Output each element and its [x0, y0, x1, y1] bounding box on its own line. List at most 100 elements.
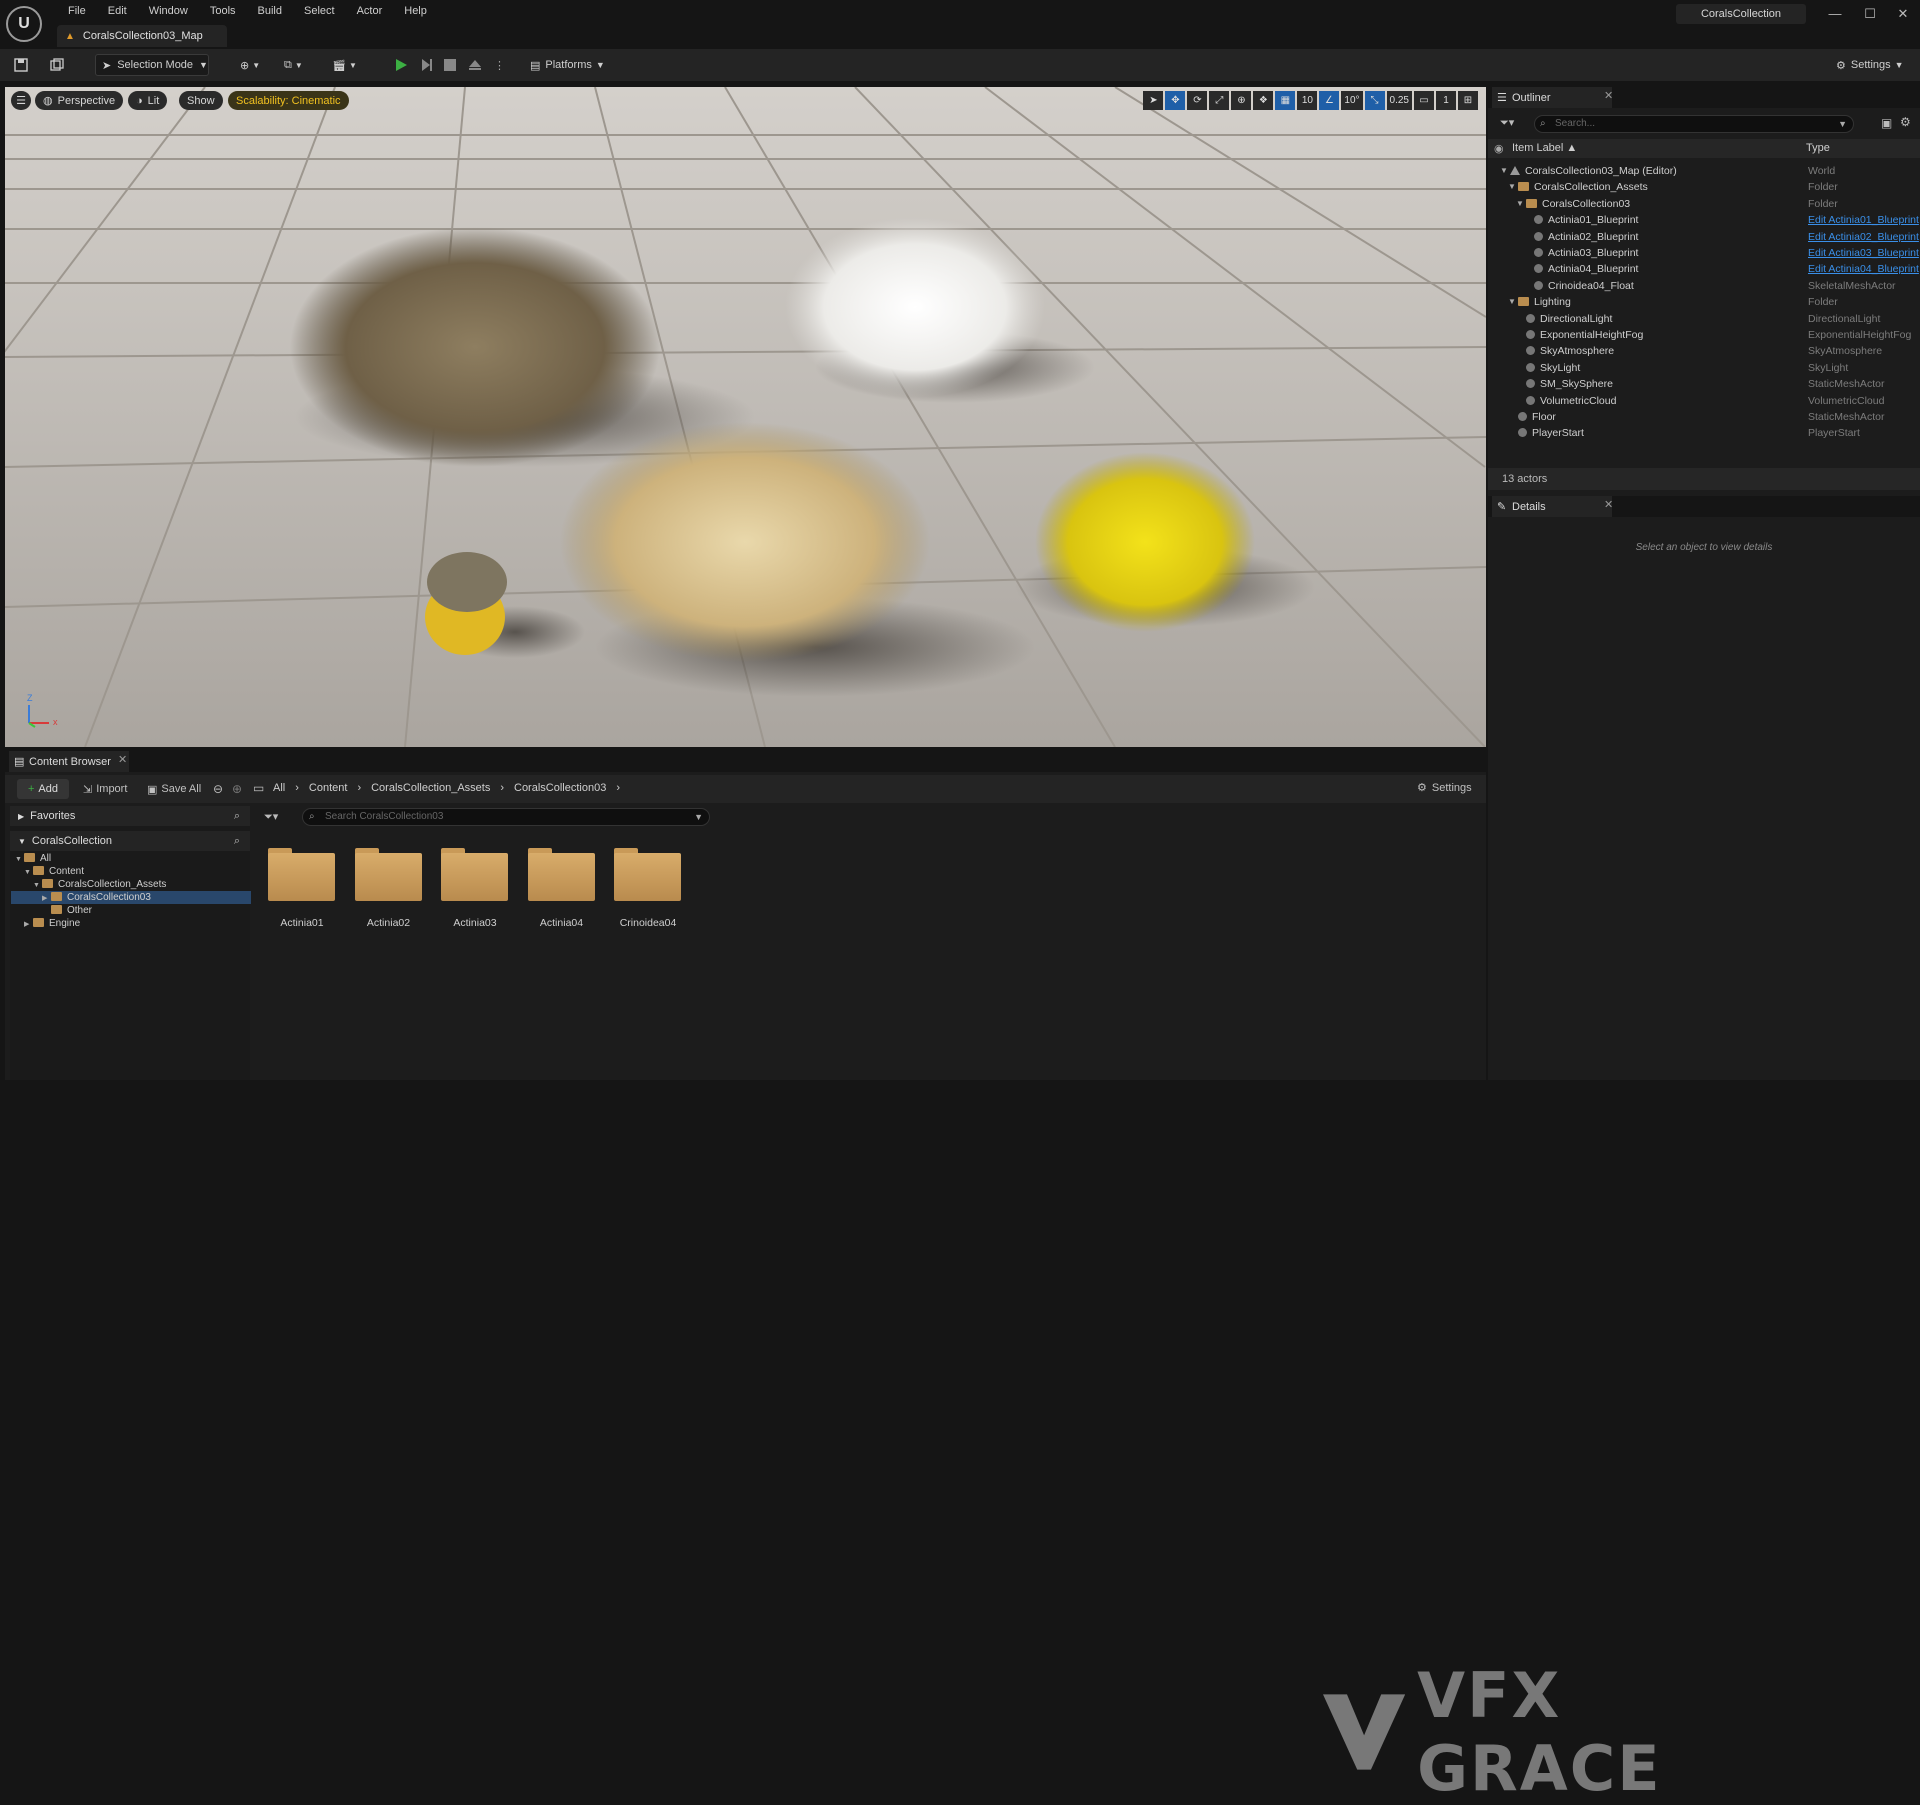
menu-edit[interactable]: Edit — [97, 3, 138, 19]
collection-header[interactable]: ▼ CoralsCollection ⌕ — [10, 831, 250, 851]
folder-tree-item[interactable]: ▼ Content — [11, 865, 251, 878]
outliner-tab[interactable]: ☰ Outliner — [1492, 87, 1612, 108]
map-tab[interactable]: ▲ CoralsCollection03_Map — [57, 25, 227, 47]
platforms-dropdown[interactable]: ▤ Platforms ▼ — [530, 54, 605, 76]
content-browser-tab[interactable]: ▤ Content Browser — [9, 751, 129, 772]
caret-down-icon[interactable]: ▼ — [1508, 294, 1516, 310]
outliner-search-input[interactable]: ⌕ Search... ▼ — [1534, 115, 1854, 133]
outliner-row[interactable]: ▼ CoralsCollection03_Map (Editor) World — [1488, 163, 1920, 179]
grid-snap-value[interactable]: 10 — [1297, 91, 1318, 110]
folder-tile[interactable]: Actinia04 — [526, 846, 598, 929]
cb-settings-button[interactable]: ⚙ Settings — [1417, 781, 1472, 795]
scale-snap-icon[interactable]: ⤡ — [1364, 91, 1385, 110]
menu-build[interactable]: Build — [247, 3, 293, 19]
menu-select[interactable]: Select — [293, 3, 346, 19]
breadcrumb-assets[interactable]: CoralsCollection_Assets — [371, 782, 490, 794]
save-all-button[interactable]: ▣ Save All — [147, 779, 201, 799]
details-tab[interactable]: ✎ Details — [1492, 496, 1612, 517]
menu-window[interactable]: Window — [138, 3, 199, 19]
outliner-row[interactable]: Crinoidea04_Float SkeletalMeshActor — [1488, 278, 1920, 294]
menu-file[interactable]: File — [57, 3, 97, 19]
folder-nav-icon[interactable]: ▭ — [253, 781, 264, 795]
outliner-row[interactable]: ExponentialHeightFog ExponentialHeightFog — [1488, 327, 1920, 343]
more-options-icon[interactable]: ⋮ — [494, 54, 505, 76]
caret-down-icon[interactable]: ▼ — [1500, 163, 1508, 179]
edit-blueprint-link[interactable]: Edit Actinia03_Blueprint — [1808, 245, 1919, 261]
close-content-browser-icon[interactable]: ✕ — [118, 753, 1478, 766]
add-button[interactable]: + Add — [17, 779, 69, 799]
close-window-button[interactable]: ✕ — [1888, 3, 1918, 25]
maximize-viewport-icon[interactable]: ⊞ — [1458, 91, 1478, 110]
caret-right-icon[interactable]: ▶ — [24, 918, 33, 931]
folder-tree-item[interactable]: ▼ All — [11, 852, 251, 865]
maximize-button[interactable]: ☐ — [1855, 3, 1885, 25]
menu-actor[interactable]: Actor — [346, 3, 394, 19]
scale-tool-icon[interactable]: ⤢ — [1209, 91, 1230, 110]
unreal-logo[interactable]: U — [6, 6, 42, 42]
surface-snap-icon[interactable]: ❖ — [1253, 91, 1274, 110]
outliner-row[interactable]: SkyLight SkyLight — [1488, 360, 1920, 376]
folder-tile[interactable]: Actinia01 — [266, 846, 338, 929]
breadcrumb-collection03[interactable]: CoralsCollection03 — [514, 782, 606, 794]
rotate-tool-icon[interactable]: ⟳ — [1187, 91, 1208, 110]
folder-tree-item[interactable]: ▶ Engine — [11, 917, 251, 930]
caret-down-icon[interactable]: ▼ — [1516, 196, 1524, 212]
menu-help[interactable]: Help — [393, 3, 438, 19]
close-details-icon[interactable]: ✕ — [1604, 498, 1912, 511]
folder-tree-item[interactable]: ▼ CoralsCollection_Assets — [11, 878, 251, 891]
folder-tree-item[interactable]: ▶ CoralsCollection03 — [11, 891, 251, 904]
outliner-row[interactable]: Actinia02_Blueprint Edit Actinia02_Bluepr… — [1488, 229, 1920, 245]
breadcrumb-all[interactable]: All — [273, 782, 285, 794]
outliner-settings-icon[interactable]: ⚙ — [1900, 115, 1911, 129]
world-local-icon[interactable]: ⊕ — [1231, 91, 1252, 110]
rotation-snap-value[interactable]: 10° — [1341, 91, 1363, 110]
outliner-row[interactable]: VolumetricCloud VolumetricCloud — [1488, 393, 1920, 409]
folder-tile[interactable]: Actinia03 — [439, 846, 511, 929]
select-tool-icon[interactable]: ➤ — [1143, 91, 1164, 110]
outliner-row[interactable]: ▼ Lighting Folder — [1488, 294, 1920, 310]
outliner-row[interactable]: ▼ CoralsCollection_Assets Folder — [1488, 179, 1920, 195]
rotation-snap-icon[interactable]: ∠ — [1319, 91, 1340, 110]
edit-blueprint-link[interactable]: Edit Actinia01_Blueprint — [1808, 212, 1919, 228]
viewport-menu-icon[interactable]: ☰ — [11, 91, 31, 110]
outliner-row[interactable]: Floor StaticMeshActor — [1488, 409, 1920, 425]
outliner-row[interactable]: PlayerStart PlayerStart — [1488, 425, 1920, 441]
folder-tree-item[interactable]: Other — [11, 904, 251, 917]
content-icon[interactable] — [50, 54, 68, 76]
play-icon[interactable] — [394, 54, 408, 76]
search-icon[interactable]: ⌕ — [234, 831, 240, 851]
import-button[interactable]: ⇲ Import — [83, 779, 127, 799]
stop-icon[interactable] — [444, 54, 456, 76]
save-icon[interactable] — [14, 54, 32, 76]
settings-dropdown[interactable]: ⚙ Settings ▼ — [1836, 54, 1904, 76]
blueprint-icon[interactable]: ⧉ ▼ — [284, 54, 303, 76]
outliner-row[interactable]: ▼ CoralsCollection03 Folder — [1488, 196, 1920, 212]
outliner-row[interactable]: DirectionalLight DirectionalLight — [1488, 311, 1920, 327]
move-tool-icon[interactable]: ✥ — [1165, 91, 1186, 110]
camera-speed-value[interactable]: 1 — [1436, 91, 1456, 110]
outliner-row[interactable]: SM_SkySphere StaticMeshActor — [1488, 376, 1920, 392]
outliner-row[interactable]: Actinia03_Blueprint Edit Actinia03_Bluepr… — [1488, 245, 1920, 261]
level-viewport[interactable]: ☰ ◍ Perspective ◑ Lit Show Scalability: Ci… — [5, 87, 1486, 747]
type-header[interactable]: Type — [1806, 142, 1830, 154]
search-icon[interactable]: ⌕ — [234, 806, 240, 826]
history-back-icon[interactable]: ⊖ — [213, 782, 223, 796]
minimize-button[interactable]: — — [1820, 3, 1850, 25]
folder-tile[interactable]: Crinoidea04 — [612, 846, 684, 929]
folder-tile[interactable]: Actinia02 — [353, 846, 425, 929]
content-search-input[interactable]: ⌕ Search CoralsCollection03 ▼ — [302, 808, 710, 826]
favorites-header[interactable]: ▶ Favorites ⌕ — [10, 806, 250, 826]
selection-mode-dropdown[interactable]: ➤ Selection Mode ▼ — [95, 54, 209, 76]
edit-blueprint-link[interactable]: Edit Actinia02_Blueprint — [1808, 229, 1919, 245]
scale-snap-value[interactable]: 0.25 — [1386, 91, 1412, 110]
visibility-eye-icon[interactable]: ◉ — [1494, 142, 1504, 155]
step-icon[interactable] — [420, 54, 434, 76]
add-actor-icon[interactable]: ⊕ ▼ — [240, 54, 260, 76]
outliner-row[interactable]: Actinia01_Blueprint Edit Actinia01_Bluepr… — [1488, 212, 1920, 228]
history-forward-icon[interactable]: ⊕ — [232, 782, 242, 796]
show-button[interactable]: Show — [179, 91, 223, 110]
scalability-badge[interactable]: Scalability: Cinematic — [228, 91, 349, 110]
item-label-header[interactable]: Item Label ▲ — [1512, 142, 1577, 154]
filter-icon[interactable]: ⏷▾ — [1500, 116, 1514, 130]
menu-tools[interactable]: Tools — [199, 3, 247, 19]
